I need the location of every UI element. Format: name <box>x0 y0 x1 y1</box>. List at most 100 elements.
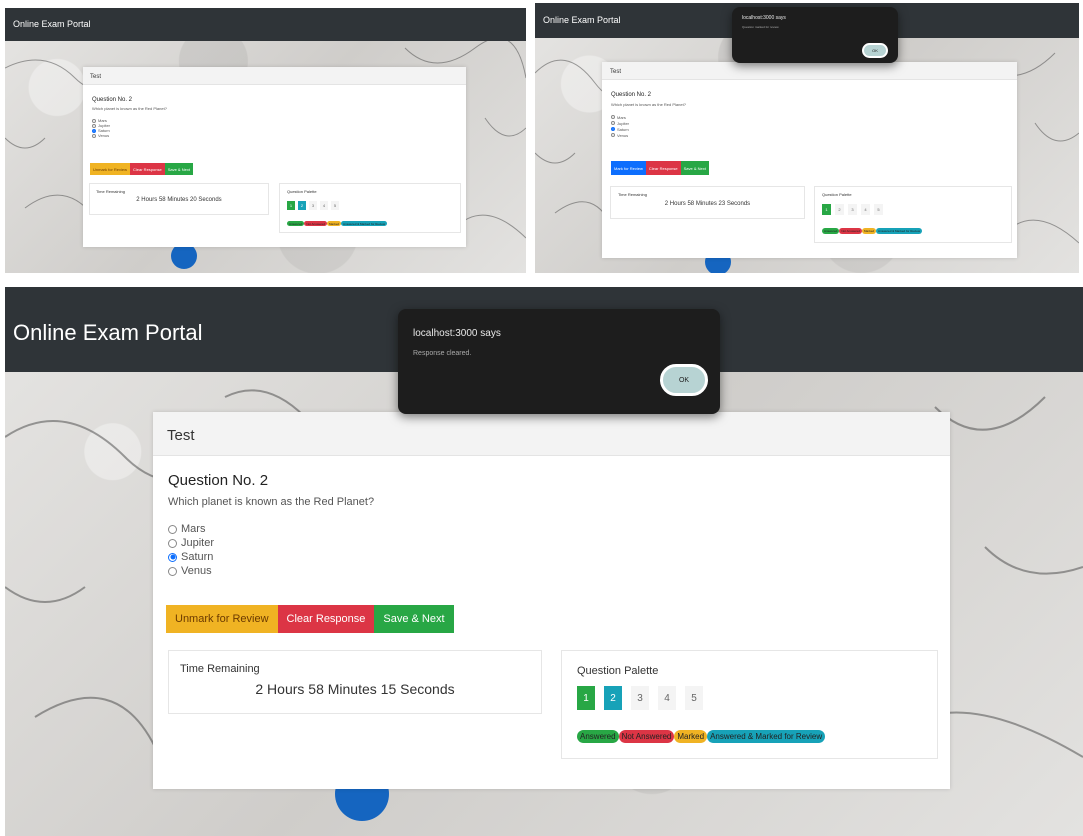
radio-icon[interactable] <box>92 133 96 138</box>
option-label: Venus <box>617 132 629 138</box>
question-text: Which planet is known as the Red Planet? <box>92 106 167 111</box>
action-buttons: Mark for Review Clear Response Save & Ne… <box>611 161 709 175</box>
question-title: Question No. 2 <box>611 92 652 98</box>
palette-item-5[interactable]: 5 <box>874 204 883 215</box>
palette-item-2[interactable]: 2 <box>835 204 844 215</box>
palette-legend: Answered Not Answered Marked Answered & … <box>577 730 826 743</box>
palette-label: Question Palette <box>822 192 852 197</box>
palette-grid: 1 2 3 4 5 <box>577 686 712 710</box>
option-mars[interactable]: Mars <box>168 522 214 536</box>
palette-legend: Answered Not Answered Marked Answered & … <box>287 221 388 226</box>
palette-item-1[interactable]: 1 <box>822 204 831 215</box>
palette-label: Question Palette <box>577 665 659 677</box>
palette-item-4[interactable]: 4 <box>658 686 676 710</box>
alert-dialog: localhost:3000 says Question marked for … <box>732 7 898 63</box>
option-jupiter[interactable]: Jupiter <box>168 536 214 550</box>
unmark-review-button[interactable]: Unmark for Review <box>166 605 278 633</box>
legend-marked: Marked <box>674 730 708 743</box>
palette-item-1[interactable]: 1 <box>287 201 295 210</box>
palette-item-5[interactable]: 5 <box>331 201 339 210</box>
option-label: Jupiter <box>181 537 215 549</box>
timer-label: Time Remaining <box>180 663 260 675</box>
radio-selected-icon[interactable] <box>168 552 177 562</box>
option-label: Mars <box>617 114 626 120</box>
dialog-message: Response cleared. <box>413 350 472 357</box>
legend-not-answered: Not Answered <box>839 228 863 234</box>
legend-answered-marked: Answered & Marked for Review <box>707 730 826 743</box>
palette-item-1[interactable]: 1 <box>577 686 595 710</box>
action-buttons: Unmark for Review Clear Response Save & … <box>90 163 193 175</box>
radio-selected-icon[interactable] <box>92 128 96 133</box>
palette-grid: 1 2 3 4 5 <box>822 204 887 215</box>
option-venus[interactable]: Venus <box>168 564 214 578</box>
save-next-button[interactable]: Save & Next <box>680 161 709 175</box>
clear-response-button[interactable]: Clear Response <box>277 605 375 633</box>
legend-answered-marked: Answered & Marked for Review <box>341 221 388 226</box>
radio-icon[interactable] <box>168 524 177 534</box>
palette-item-3[interactable]: 3 <box>631 686 649 710</box>
palette-item-2[interactable]: 2 <box>604 686 622 710</box>
option-label: Mars <box>181 523 206 535</box>
radio-icon[interactable] <box>168 566 177 576</box>
question-title: Question No. 2 <box>92 97 133 103</box>
timer-value: 2 Hours 58 Minutes 23 Seconds <box>664 201 751 207</box>
timer-label: Time Remaining <box>96 189 125 194</box>
palette-item-4[interactable]: 4 <box>320 201 328 210</box>
palette-item-3[interactable]: 3 <box>309 201 317 210</box>
legend-marked: Marked <box>862 228 877 234</box>
alert-dialog: localhost:3000 says Response cleared. OK <box>398 309 720 414</box>
action-buttons: Unmark for Review Clear Response Save & … <box>166 605 454 633</box>
radio-icon[interactable] <box>611 115 615 119</box>
radio-icon[interactable] <box>611 133 615 137</box>
radio-icon[interactable] <box>92 123 96 128</box>
option-venus[interactable]: Venus <box>92 133 110 138</box>
options-list: Mars Jupiter Saturn Venus <box>92 118 110 138</box>
question-text: Which planet is known as the Red Planet? <box>611 102 686 107</box>
card-header: Test <box>153 412 950 456</box>
legend-not-answered: Not Answered <box>618 730 675 743</box>
brand-title[interactable]: Online Exam Portal <box>13 320 203 346</box>
clear-response-button[interactable]: Clear Response <box>645 161 681 175</box>
save-next-button[interactable]: Save & Next <box>374 605 454 633</box>
dialog-ok-button[interactable]: OK <box>862 43 888 58</box>
mark-review-button[interactable]: Mark for Review <box>611 161 646 175</box>
palette-item-3[interactable]: 3 <box>848 204 857 215</box>
timer-panel: Time Remaining 2 Hours 58 Minutes 20 Sec… <box>89 183 269 215</box>
legend-answered: Answered <box>577 730 619 743</box>
option-label: Saturn <box>181 551 214 563</box>
card-header: Test <box>602 62 1017 80</box>
radio-icon[interactable] <box>92 118 96 123</box>
options-list: Mars Jupiter Saturn Venus <box>168 522 214 578</box>
option-saturn[interactable]: Saturn <box>168 550 214 564</box>
clear-response-button[interactable]: Clear Response <box>130 163 165 175</box>
dialog-ok-button[interactable]: OK <box>660 364 708 396</box>
radio-icon[interactable] <box>168 538 177 548</box>
card-header: Test <box>83 67 466 85</box>
palette-item-4[interactable]: 4 <box>861 204 870 215</box>
options-list: Mars Jupiter Saturn Venus <box>611 114 629 138</box>
dialog-message: Question marked for review <box>742 25 779 29</box>
test-card: Test Question No. 2 Which planet is know… <box>153 412 950 789</box>
save-next-button[interactable]: Save & Next <box>164 163 193 175</box>
screenshot-clear-response-dialog: Online Exam Portal Test Question No. 2 W… <box>5 287 1083 836</box>
option-label: Saturn <box>617 126 629 132</box>
legend-not-answered: Not Answered <box>304 221 328 226</box>
radio-icon[interactable] <box>611 121 615 125</box>
option-venus[interactable]: Venus <box>611 132 629 138</box>
brand-title[interactable]: Online Exam Portal <box>13 19 91 29</box>
palette-item-5[interactable]: 5 <box>685 686 703 710</box>
legend-answered-marked: Answered & Marked for Review <box>876 228 923 234</box>
question-title: Question No. 2 <box>168 472 269 489</box>
unmark-review-button[interactable]: Unmark for Review <box>90 163 131 175</box>
palette-legend: Answered Not Answered Marked Answered & … <box>822 228 923 234</box>
palette-panel: Question Palette 1 2 3 4 5 Answered Not … <box>814 186 1012 243</box>
legend-answered: Answered <box>287 221 305 226</box>
palette-grid: 1 2 3 4 5 <box>287 201 342 210</box>
test-card: Test Question No. 2 Which planet is know… <box>602 62 1017 258</box>
dialog-title: localhost:3000 says <box>413 328 501 339</box>
palette-item-2[interactable]: 2 <box>298 201 306 210</box>
brand-title[interactable]: Online Exam Portal <box>543 15 621 25</box>
timer-panel: Time Remaining 2 Hours 58 Minutes 15 Sec… <box>168 650 542 714</box>
radio-selected-icon[interactable] <box>611 127 615 131</box>
timer-value: 2 Hours 58 Minutes 20 Seconds <box>136 197 222 203</box>
